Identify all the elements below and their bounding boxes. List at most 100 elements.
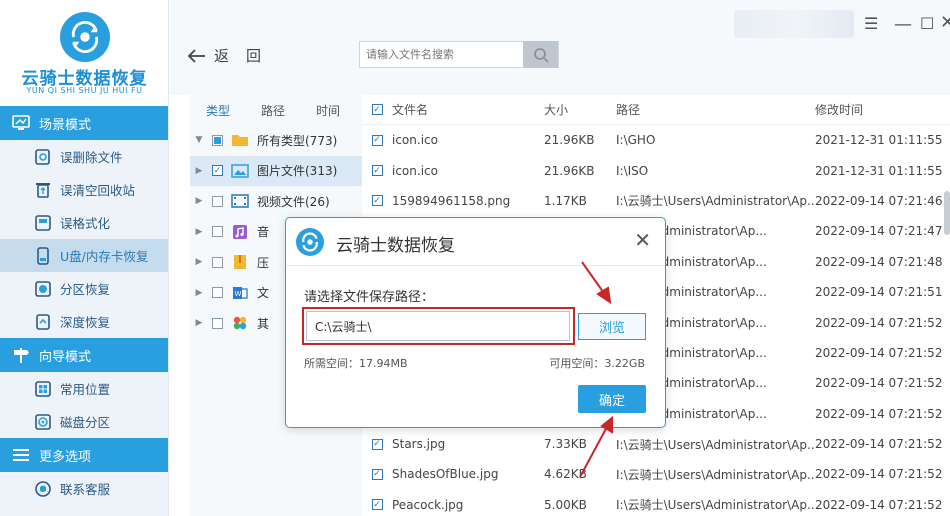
section-wizard-mode[interactable]: 向导模式 xyxy=(0,338,168,372)
section-title: 更多选项 xyxy=(39,449,92,465)
usb-icon xyxy=(34,246,52,265)
disk-icon xyxy=(34,413,52,431)
signpost-icon xyxy=(12,346,30,364)
close-icon[interactable]: ✕ xyxy=(940,12,950,33)
required-space-text: 所需空间：17.94MB xyxy=(304,357,408,370)
windows-icon xyxy=(34,380,52,398)
row-checkbox[interactable]: ✓ xyxy=(371,165,383,177)
deep-recovery-icon xyxy=(34,313,52,331)
file-time: 2022-09-14 07:21:52 xyxy=(815,406,943,421)
image-icon xyxy=(231,164,249,178)
file-path: I:\云骑士\Users\Administrator\Ap... xyxy=(616,437,815,452)
tree-item-images[interactable]: ▶ ✓ 图片文件(313) xyxy=(190,155,362,186)
tree-item-videos[interactable]: ▶ 视频文件(26) xyxy=(190,186,362,217)
save-path-input[interactable] xyxy=(306,311,570,341)
column-header-name[interactable]: 文件名 xyxy=(392,101,544,118)
row-checkbox[interactable]: ✓ xyxy=(371,499,383,511)
sidebar-item-common-location[interactable]: 常用位置 xyxy=(0,372,168,405)
partition-icon xyxy=(34,280,52,298)
expand-arrow-icon[interactable]: ▼ xyxy=(190,135,208,145)
sidebar-item-usb-memory-card[interactable]: U盘/内存卡恢复 xyxy=(0,239,168,272)
save-path-dialog: 云骑士数据恢复 ✕ 请选择文件保存路径： 浏览 所需空间：17.94MB 可用空… xyxy=(285,217,666,428)
file-size: 1.17KB xyxy=(544,193,587,208)
checkbox[interactable] xyxy=(212,317,223,329)
row-checkbox[interactable]: ✓ xyxy=(371,438,383,450)
file-name: icon.ico xyxy=(392,133,438,148)
row-checkbox[interactable]: ✓ xyxy=(371,195,383,207)
checkbox[interactable] xyxy=(212,195,223,207)
checkbox[interactable] xyxy=(212,256,223,268)
file-time: 2021-12-31 01:11:55 xyxy=(815,133,943,148)
logo-icon xyxy=(296,228,324,256)
user-account-area[interactable] xyxy=(734,10,854,38)
expand-arrow-icon[interactable]: ▶ xyxy=(190,227,208,237)
sidebar-item-disk-partition[interactable]: 磁盘分区 xyxy=(0,405,168,438)
recycle-bin-icon xyxy=(34,181,52,199)
file-name: 159894961158.png xyxy=(392,193,511,208)
file-path: I:\GHO xyxy=(616,133,656,148)
sidebar-item-partition[interactable]: 分区恢复 xyxy=(0,272,168,305)
file-row[interactable]: ✓ Stars.jpg 7.33KB I:\云骑士\Users\Administrat… xyxy=(362,429,950,459)
scrollbar[interactable] xyxy=(944,191,950,235)
row-checkbox[interactable]: ✓ xyxy=(371,468,383,480)
file-time: 2022-09-14 07:21:48 xyxy=(815,254,943,269)
sidebar-item-customer-service[interactable]: 联系客服 xyxy=(0,472,168,505)
menu-icon xyxy=(12,446,30,464)
tab-time[interactable]: 时间 xyxy=(300,102,355,119)
file-row[interactable]: ✓ icon.ico 21.96KB I:\ISO 2021-12-31 01:11:5… xyxy=(362,155,950,185)
file-size: 21.96KB xyxy=(544,163,595,178)
checkbox[interactable] xyxy=(212,226,223,238)
select-all-checkbox[interactable]: ✓ xyxy=(371,104,383,115)
dialog-title: 云骑士数据恢复 xyxy=(336,236,455,256)
checkbox[interactable] xyxy=(212,287,223,299)
file-size: 21.96KB xyxy=(544,133,595,148)
file-name: Peacock.jpg xyxy=(392,497,464,512)
home-button[interactable]: 回 xyxy=(246,45,261,66)
file-time: 2022-09-14 07:21:51 xyxy=(815,285,943,300)
file-row[interactable]: ✓ Peacock.jpg 5.00KB I:\云骑士\Users\Administr… xyxy=(362,490,950,516)
expand-arrow-icon[interactable]: ▶ xyxy=(190,196,208,206)
sidebar-item-deleted-files[interactable]: 误删除文件 xyxy=(0,140,168,173)
column-header-size[interactable]: 大小 xyxy=(544,101,616,118)
file-path: I:\云骑士\Users\Administrator\Ap... xyxy=(616,467,815,482)
browse-button[interactable]: 浏览 xyxy=(578,313,646,340)
arrow-left-icon xyxy=(188,48,205,63)
minimize-icon[interactable]: — xyxy=(894,14,912,35)
tab-path[interactable]: 路径 xyxy=(245,102,300,119)
file-time: 2022-09-14 07:21:52 xyxy=(815,497,943,512)
video-icon xyxy=(231,194,249,208)
checkbox[interactable]: ✓ xyxy=(212,165,223,177)
sidebar: 云骑士数据恢复 YUN QI SHI SHU JU HUI FU 场景模式 误删… xyxy=(0,0,169,516)
back-button[interactable]: 返 xyxy=(188,45,229,66)
tab-type[interactable]: 类型 xyxy=(190,102,245,119)
checkbox[interactable] xyxy=(212,134,223,146)
column-header-time[interactable]: 修改时间 xyxy=(815,101,945,118)
column-header-path[interactable]: 路径 xyxy=(616,101,815,118)
expand-arrow-icon[interactable]: ▶ xyxy=(190,318,208,328)
expand-arrow-icon[interactable]: ▶ xyxy=(190,257,208,267)
menu-icon[interactable]: ☰ xyxy=(864,14,878,33)
headset-icon xyxy=(34,480,52,498)
logo-icon xyxy=(60,12,110,62)
expand-arrow-icon[interactable]: ▶ xyxy=(190,288,208,298)
other-files-icon xyxy=(233,317,247,330)
close-icon[interactable]: ✕ xyxy=(634,228,651,252)
file-name: icon.ico xyxy=(392,163,438,178)
section-more-options[interactable]: 更多选项 xyxy=(0,438,168,472)
search-button[interactable] xyxy=(523,41,558,68)
ok-button[interactable]: 确定 xyxy=(578,385,646,413)
maximize-icon[interactable]: ☐ xyxy=(920,14,934,33)
file-row[interactable]: ✓ ShadesOfBlue.jpg 4.62KB I:\云骑士\Users\Admi… xyxy=(362,459,950,489)
document-icon: W xyxy=(233,286,248,299)
sidebar-item-deep-recovery[interactable]: 深度恢复 xyxy=(0,305,168,338)
file-row[interactable]: ✓ icon.ico 21.96KB I:\GHO 2021-12-31 01:11:5… xyxy=(362,125,950,155)
sidebar-item-format[interactable]: 误格式化 xyxy=(0,206,168,239)
row-checkbox[interactable]: ✓ xyxy=(371,134,383,146)
section-scene-mode[interactable]: 场景模式 xyxy=(0,106,168,140)
file-time: 2022-09-14 07:21:52 xyxy=(815,345,943,360)
tree-item-all-types[interactable]: ▼ 所有类型(773) xyxy=(190,125,362,156)
expand-arrow-icon[interactable]: ▶ xyxy=(190,166,208,176)
file-row[interactable]: ✓ 159894961158.png 1.17KB I:\云骑士\Users\Admi… xyxy=(362,186,950,216)
folder-icon xyxy=(232,135,248,147)
sidebar-item-recycle-bin[interactable]: 误清空回收站 xyxy=(0,173,168,206)
